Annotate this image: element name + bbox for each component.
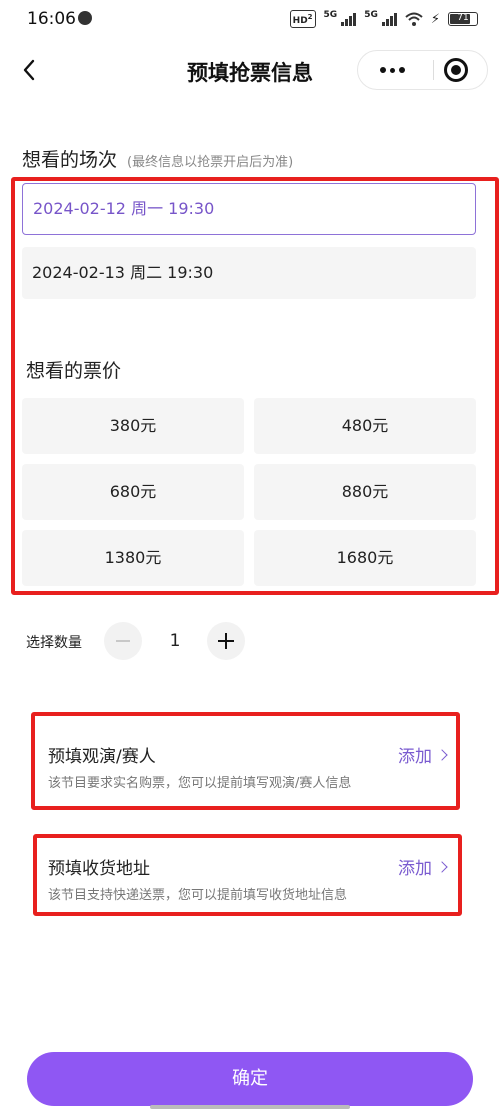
hd-badge: HD2 [289,10,316,28]
prefill-attendee-card[interactable]: 预填观演/赛人 该节目要求实名购票，您可以提前填写观演/赛人信息 添加 [40,726,454,806]
quantity-minus-button[interactable] [104,622,142,660]
add-attendee-label: 添加 [398,747,432,767]
home-indicator [150,1105,350,1109]
price-section-title: 想看的票价 [26,360,122,382]
price-option[interactable]: 1380元 [22,530,244,586]
signal-icon [341,12,357,26]
price-option[interactable]: 480元 [254,398,476,454]
globe-icon [78,11,92,25]
network-type-2: 5G [364,10,378,20]
signal-icon-2 [381,12,397,26]
session-section-title: 想看的场次 [22,149,118,171]
prefill-attendee-title: 预填观演/赛人 [48,747,156,767]
add-address-label: 添加 [398,859,432,879]
more-dots-icon[interactable] [374,51,410,89]
quantity-value: 1 [169,631,181,651]
status-bar: 16:06 HD2 5G 5G ⚡ 71 [0,0,500,38]
network-type-1: 5G [323,10,338,20]
confirm-button[interactable]: 确定 [27,1052,473,1106]
session-option-1[interactable]: 2024-02-12 周一 19:30 [22,183,476,235]
add-attendee-button[interactable]: 添加 [398,742,448,767]
wifi-icon [405,12,423,26]
prefill-attendee-desc: 该节目要求实名购票，您可以提前填写观演/赛人信息 [48,776,352,791]
price-option[interactable]: 1680元 [254,530,476,586]
price-option[interactable]: 380元 [22,398,244,454]
price-option[interactable]: 680元 [22,464,244,520]
session-section-hint: (最终信息以抢票开启后为准) [127,155,294,170]
charging-icon: ⚡ [430,11,440,27]
prefill-address-desc: 该节目支持快递送票，您可以提前填写收货地址信息 [48,888,348,903]
quantity-label: 选择数量 [26,635,82,651]
battery-icon: 71 [448,12,478,26]
nav-bar: 预填抢票信息 [0,38,500,102]
price-grid: 380元 480元 680元 880元 1380元 1680元 [22,398,476,586]
status-time: 16:06 [27,9,76,29]
add-address-button[interactable]: 添加 [398,854,448,879]
target-circle-icon[interactable] [444,58,468,82]
session-section-header: 想看的场次 (最终信息以抢票开启后为准) [22,145,293,172]
prefill-address-title: 预填收货地址 [48,859,150,879]
prefill-address-card[interactable]: 预填收货地址 该节目支持快递送票，您可以提前填写收货地址信息 添加 [40,838,454,918]
mini-program-capsule [357,50,488,90]
chevron-right-icon [436,860,448,873]
chevron-right-icon [436,748,448,761]
session-option-2[interactable]: 2024-02-13 周二 19:30 [22,247,476,299]
quantity-plus-button[interactable] [207,622,245,660]
capsule-divider [433,60,434,80]
price-option[interactable]: 880元 [254,464,476,520]
status-icons: HD2 5G 5G ⚡ 71 [289,10,478,28]
